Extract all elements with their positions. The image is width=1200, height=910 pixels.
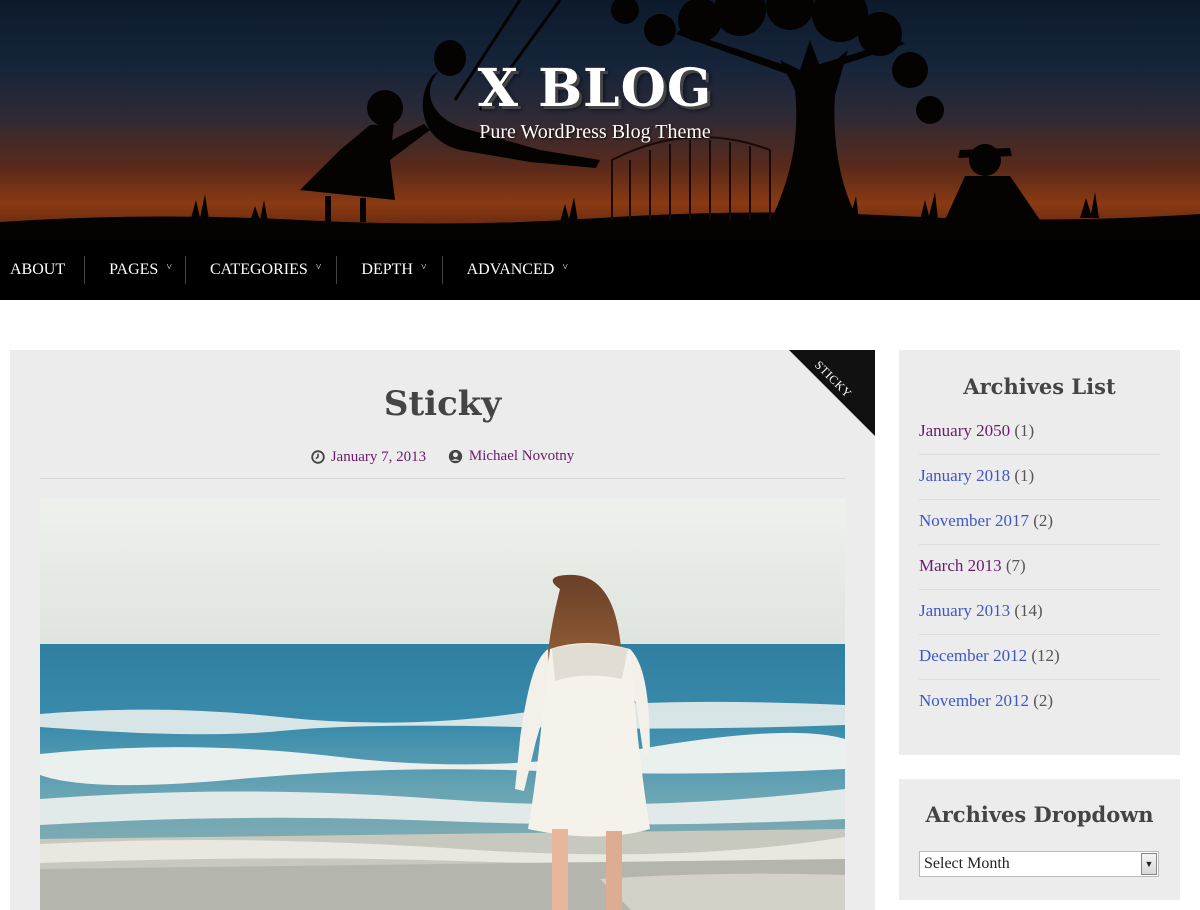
archive-count: (2)	[1033, 511, 1054, 530]
month-select-value: Select Month	[924, 855, 1010, 872]
featured-image[interactable]	[40, 499, 845, 910]
archive-count: (1)	[1014, 466, 1035, 485]
chevron-down-icon: ˅	[315, 261, 322, 273]
archive-link[interactable]: January 2050	[919, 421, 1010, 440]
user-icon	[448, 449, 463, 464]
site-title[interactable]: X BLOG	[0, 58, 1200, 119]
list-item: January 2018 (1)	[919, 455, 1160, 500]
archive-count: (12)	[1031, 646, 1060, 665]
list-item: November 2017 (2)	[919, 500, 1160, 545]
clock-icon	[311, 450, 325, 464]
dropdown-arrow-icon[interactable]: ▼	[1141, 853, 1157, 875]
archive-link[interactable]: December 2012	[919, 646, 1027, 665]
post-date-link[interactable]: January 7, 2013	[331, 449, 426, 466]
chevron-down-icon: ˅	[562, 261, 568, 273]
chevron-down-icon: ˅	[420, 261, 427, 273]
site-branding: X BLOG Pure WordPress Blog Theme	[0, 58, 1200, 144]
list-item: January 2050 (1)	[919, 421, 1160, 455]
nav-item-pages[interactable]: PAGES ˅	[84, 256, 185, 284]
list-item: December 2012 (12)	[919, 635, 1160, 680]
archive-count: (1)	[1014, 421, 1035, 440]
post-author-link[interactable]: Michael Novotny	[469, 448, 574, 465]
list-item: January 2013 (14)	[919, 590, 1160, 635]
nav-item-categories[interactable]: CATEGORIES ˅	[184, 256, 336, 284]
archive-link[interactable]: March 2013	[919, 556, 1002, 575]
archive-count: (2)	[1033, 691, 1054, 710]
archive-count: (14)	[1014, 601, 1043, 620]
archive-link[interactable]: November 2017	[919, 511, 1029, 530]
nav-item-label: CATEGORIES	[209, 261, 308, 278]
archive-link[interactable]: November 2012	[919, 691, 1029, 710]
site-tagline: Pure WordPress Blog Theme	[479, 121, 711, 143]
archive-link[interactable]: January 2013	[919, 601, 1010, 620]
post-title[interactable]: Sticky	[10, 384, 875, 424]
post-date: January 7, 2013	[311, 449, 426, 466]
archive-count: (7)	[1005, 556, 1026, 575]
archives-dropdown-widget: Archives Dropdown Select Month ▼	[899, 779, 1180, 900]
archives-list-widget: Archives List January 2050 (1) January 2…	[899, 350, 1180, 755]
chevron-down-icon: ˅	[166, 261, 172, 273]
archive-link[interactable]: January 2018	[919, 466, 1010, 485]
site-header: X BLOG Pure WordPress Blog Theme ABOUT P…	[0, 0, 1200, 300]
post-meta: January 7, 2013 Michael Novotny	[10, 448, 875, 469]
post-author: Michael Novotny	[448, 448, 574, 465]
nav-item-label: PAGES	[109, 261, 159, 278]
nav-item-label: ADVANCED	[466, 261, 555, 278]
month-select[interactable]: Select Month ▼	[919, 851, 1159, 877]
nav-item-about[interactable]: ABOUT	[10, 256, 84, 284]
nav-item-depth[interactable]: DEPTH ˅	[336, 256, 441, 284]
widget-title: Archives List	[963, 374, 1116, 399]
main-navigation: ABOUT PAGES ˅ CATEGORIES ˅ DEPTH ˅ ADVAN…	[0, 240, 1200, 300]
nav-item-label: DEPTH	[361, 261, 413, 278]
nav-item-label: ABOUT	[10, 261, 66, 278]
list-item: November 2012 (2)	[919, 680, 1160, 725]
archive-list: January 2050 (1) January 2018 (1) Novemb…	[919, 421, 1160, 725]
sticky-post: STICKY Sticky January 7, 2013 Michael No…	[10, 350, 875, 910]
nav-item-advanced[interactable]: ADVANCED ˅	[441, 256, 568, 284]
widget-title: Archives Dropdown	[925, 802, 1154, 827]
nav-menu: ABOUT PAGES ˅ CATEGORIES ˅ DEPTH ˅ ADVAN…	[0, 240, 1200, 300]
list-item: March 2013 (7)	[919, 545, 1160, 590]
divider	[40, 478, 845, 479]
